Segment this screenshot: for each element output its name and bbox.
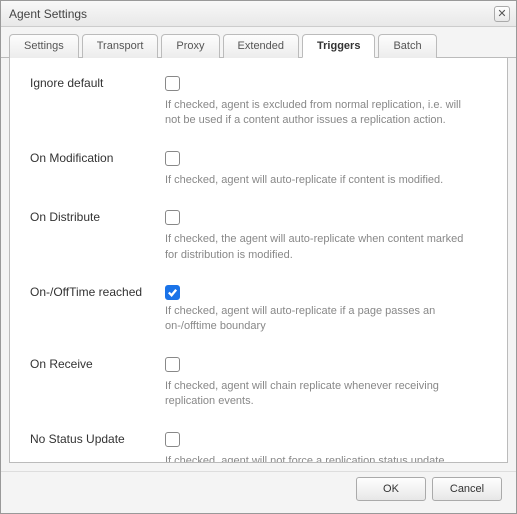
desc-on-receive: If checked, agent will chain replicate w… — [165, 379, 475, 410]
checkbox-ignore-default[interactable] — [165, 76, 180, 91]
tab-proxy[interactable]: Proxy — [161, 34, 219, 58]
checkbox-on-modification[interactable] — [165, 151, 180, 166]
field-on-modification: On Modification If checked, agent will a… — [30, 151, 487, 188]
field-on-distribute: On Distribute If checked, the agent will… — [30, 210, 487, 263]
tab-triggers[interactable]: Triggers — [302, 34, 375, 58]
tabstrip: Settings Transport Proxy Extended Trigge… — [1, 27, 516, 58]
tab-settings[interactable]: Settings — [9, 34, 79, 58]
cancel-button[interactable]: Cancel — [432, 477, 502, 501]
field-on-offtime: On-/OffTime reached If checked, agent wi… — [30, 285, 487, 335]
field-ignore-default: Ignore default If checked, agent is excl… — [30, 76, 487, 129]
checkmark-icon — [167, 287, 178, 298]
checkbox-on-distribute[interactable] — [165, 210, 180, 225]
desc-ignore-default: If checked, agent is excluded from norma… — [165, 98, 475, 129]
label-on-modification: On Modification — [30, 151, 165, 188]
checkbox-no-status-update[interactable] — [165, 432, 180, 447]
desc-on-distribute: If checked, the agent will auto-replicat… — [165, 232, 475, 263]
label-on-distribute: On Distribute — [30, 210, 165, 263]
agent-settings-dialog: Agent Settings ✕ Settings Transport Prox… — [0, 0, 517, 514]
field-no-status-update: No Status Update If checked, agent will … — [30, 432, 487, 463]
titlebar: Agent Settings ✕ — [1, 1, 516, 27]
desc-on-modification: If checked, agent will auto-replicate if… — [165, 173, 475, 188]
window-title: Agent Settings — [9, 7, 87, 21]
field-on-receive: On Receive If checked, agent will chain … — [30, 357, 487, 410]
tabpanel-triggers: Ignore default If checked, agent is excl… — [9, 58, 508, 463]
tab-transport[interactable]: Transport — [82, 34, 159, 58]
label-no-status-update: No Status Update — [30, 432, 165, 463]
desc-on-offtime: If checked, agent will auto-replicate if… — [165, 304, 475, 335]
close-button[interactable]: ✕ — [494, 6, 510, 22]
tab-extended[interactable]: Extended — [223, 34, 299, 58]
dialog-footer: OK Cancel — [1, 471, 516, 513]
label-on-offtime: On-/OffTime reached — [30, 285, 165, 335]
label-on-receive: On Receive — [30, 357, 165, 410]
tab-batch[interactable]: Batch — [378, 34, 436, 58]
checkbox-on-offtime[interactable] — [165, 285, 180, 300]
close-icon: ✕ — [497, 7, 506, 20]
label-ignore-default: Ignore default — [30, 76, 165, 129]
checkbox-on-receive[interactable] — [165, 357, 180, 372]
ok-button[interactable]: OK — [356, 477, 426, 501]
desc-no-status-update: If checked, agent will not force a repli… — [165, 454, 475, 463]
